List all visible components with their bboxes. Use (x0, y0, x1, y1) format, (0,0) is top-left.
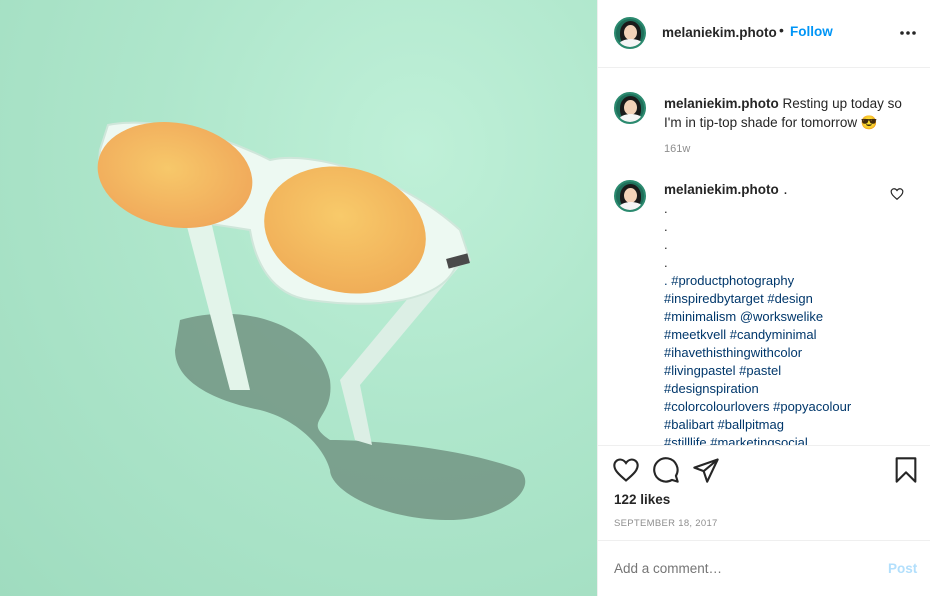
post-photo[interactable] (0, 0, 597, 596)
follow-button[interactable]: Follow (790, 24, 833, 39)
avatar-face (624, 25, 637, 40)
avatar-face (624, 100, 637, 115)
hashtag-line[interactable]: #colorcolourlovers #popyacolour (664, 398, 851, 416)
post-header: melaniekim.photo • Follow (598, 0, 930, 68)
avatar-body (619, 202, 643, 210)
hashtag-line[interactable]: #designspiration (664, 380, 851, 398)
comment-first-line: . (783, 181, 788, 198)
share-paper-plane-icon[interactable] (692, 456, 720, 484)
likes-count[interactable]: 122 likes (614, 492, 670, 507)
like-heart-icon[interactable] (612, 456, 640, 484)
post-date: SEPTEMBER 18, 2017 (614, 518, 718, 529)
post-button[interactable]: Post (888, 561, 917, 576)
sunglasses-photo (97, 121, 526, 520)
add-comment-bar: Post (598, 540, 930, 596)
caption-avatar[interactable] (614, 92, 646, 124)
action-bar: 122 likes SEPTEMBER 18, 2017 (598, 445, 930, 541)
comment-bubble-icon[interactable] (652, 456, 680, 484)
caption-username[interactable]: melaniekim.photo (664, 96, 779, 111)
comment-dot-line: . (664, 201, 668, 216)
caption-timestamp[interactable]: 161w (664, 143, 690, 155)
add-comment-input[interactable] (614, 561, 864, 576)
avatar-face (624, 188, 637, 203)
hashtag-line[interactable]: #inspiredbytarget #design (664, 290, 851, 308)
hashtag-line[interactable]: #livingpastel #pastel (664, 362, 851, 380)
comment-like-heart-icon[interactable] (890, 187, 904, 201)
post-sidebar: melaniekim.photo • Follow melaniekim.pho… (597, 0, 930, 596)
more-options-icon[interactable] (898, 22, 918, 42)
comment-username[interactable]: melaniekim.photo (664, 182, 779, 197)
save-bookmark-icon[interactable] (892, 456, 920, 484)
hashtag-line[interactable]: #stilllife #marketingsocial (664, 434, 851, 445)
caption-text-block: melaniekim.photo Resting up today so I'm… (664, 94, 916, 132)
comment-header: melaniekim.photo . (664, 181, 788, 199)
hashtag-line[interactable]: #meetkvell #candyminimal (664, 326, 851, 344)
instagram-post: melaniekim.photo • Follow melaniekim.pho… (0, 0, 930, 596)
avatar-body (619, 39, 643, 47)
comment-avatar[interactable] (614, 180, 646, 212)
comment-dot-line: . (664, 219, 668, 234)
sunglasses-emoji-icon: 😎 (860, 115, 878, 130)
comment-dot-line: . (664, 255, 668, 270)
comment-body: . . . . . #productphotography #inspiredb… (664, 200, 851, 445)
avatar[interactable] (614, 17, 646, 49)
hashtag-line[interactable]: #minimalism @workswelike (664, 308, 851, 326)
hashtag-line[interactable]: #ihavethisthingwithcolor (664, 344, 851, 362)
hashtag-line[interactable]: . #productphotography (664, 272, 851, 290)
header-username[interactable]: melaniekim.photo (662, 25, 777, 40)
comments-area[interactable]: melaniekim.photo Resting up today so I'm… (598, 69, 930, 445)
header-separator: • (779, 22, 784, 38)
comment-dot-line: . (664, 237, 668, 252)
hashtag-line[interactable]: #balibart #ballpitmag (664, 416, 851, 434)
avatar-body (619, 114, 643, 122)
